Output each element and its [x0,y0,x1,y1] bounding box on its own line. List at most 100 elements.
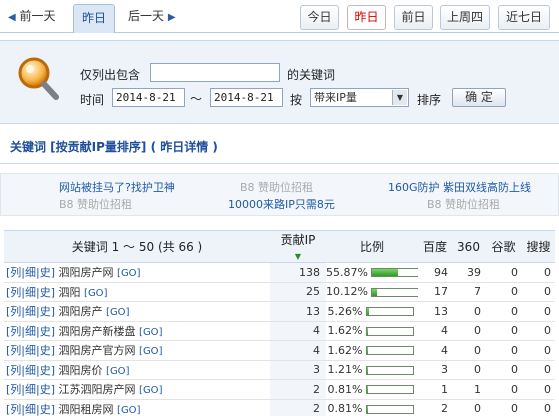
keyword-filter-input[interactable] [150,63,280,82]
go-label: GO [120,268,137,280]
keyword-text[interactable]: 泗阳 [59,286,81,299]
next-day-link[interactable]: 后一天 ▶ [128,6,176,28]
triangle-left-icon: ◀ [8,12,16,23]
detail-link[interactable]: 细 [25,286,36,299]
contrib-ip-cell: 25 [270,282,326,302]
detail-link[interactable]: 细 [25,344,36,357]
360-cell: 0 [452,340,485,361]
tab-today[interactable]: 今日 [300,5,339,30]
table-header-row: 关键词 1 ～ 50 (共 66 ) 贡献IP ▼ 比例 百度 360 谷歌 搜… [4,230,555,263]
chevron-down-icon[interactable]: ▼ [392,90,407,105]
go-link[interactable]: [GO] [106,366,129,377]
sogou-cell: 0 [522,379,555,400]
contrib-ip-cell: 4 [270,321,326,341]
ad-link[interactable]: 160G防护 紫田双线高防上线 [388,179,531,195]
list-link[interactable]: 列 [10,344,21,357]
360-cell: 1 [452,379,485,400]
360-cell: 0 [452,399,485,416]
ad-link[interactable]: 10000来路IP只需8元 [228,196,335,212]
keyword-text[interactable]: 泗阳房产官方网 [59,344,136,357]
history-link[interactable]: 史 [40,266,51,279]
360-cell: 0 [452,360,485,380]
list-link[interactable]: 列 [10,266,21,279]
column-header-contrib-ip[interactable]: 贡献IP ▼ [270,230,326,263]
go-link[interactable]: [GO] [139,346,162,357]
keyword-cell: [列|细|史] 泗阳房产新楼盘 [GO] [4,321,270,341]
keyword-cell: [列|细|史] 泗阳租房网 [GO] [4,399,270,416]
current-day-tab[interactable]: 昨日 [73,4,115,33]
baidu-cell: 2 [418,399,452,416]
detail-link[interactable]: 细 [25,383,36,396]
list-link[interactable]: 列 [10,383,21,396]
date-from-input[interactable]: 2014-8-21 [112,88,185,107]
keyword-text[interactable]: 江苏泗阳房产网 [59,383,136,396]
go-link[interactable]: [GO] [117,268,140,279]
detail-link[interactable]: 细 [25,364,36,377]
keyword-text[interactable]: 泗阳房价 [59,364,103,377]
sogou-cell: 0 [522,399,555,416]
baidu-cell: 94 [418,262,452,283]
ad-placeholder[interactable]: B8 赞助位招租 [427,196,500,212]
list-link[interactable]: 列 [10,364,21,377]
list-link[interactable]: 列 [10,403,21,416]
prev-day-link[interactable]: ◀ 前一天 [8,6,56,28]
sort-down-icon: ▼ [294,252,302,261]
history-link[interactable]: 史 [40,305,51,318]
sort-select[interactable]: 带来IP量 ▼ [310,88,409,107]
tab-day-before[interactable]: 前日 [394,5,433,30]
ad-link[interactable]: 网站被挂马了?找护卫神 [59,179,175,195]
history-link[interactable]: 史 [40,364,51,377]
baidu-cell: 3 [418,360,452,380]
detail-link[interactable]: 细 [25,305,36,318]
history-link[interactable]: 史 [40,286,51,299]
keyword-text[interactable]: 泗阳房产网 [59,266,114,279]
tab-last-seven-days[interactable]: 近七日 [498,5,550,30]
ad-placeholder[interactable]: B8 赞助位招租 [240,179,313,195]
ratio-text: 0.81% [327,402,363,416]
contrib-ip-cell: 3 [270,360,326,380]
sort-label: 排序 [417,93,442,107]
column-header-360[interactable]: 360 [452,230,485,263]
detail-link[interactable]: 细 [25,403,36,416]
column-header-ratio: 比例 [326,230,418,263]
history-link[interactable]: 史 [40,403,51,416]
history-link[interactable]: 史 [40,325,51,338]
keyword-cell: [列|细|史] 泗阳房产官方网 [GO] [4,340,270,361]
ratio-bar-fill [367,386,368,394]
column-header-google[interactable]: 谷歌 [485,230,522,263]
ratio-text: 1.21% [327,363,363,377]
detail-link[interactable]: 细 [25,325,36,338]
ad-placeholder[interactable]: B8 赞助位招租 [59,196,132,212]
history-link[interactable]: 史 [40,383,51,396]
detail-link[interactable]: 细 [25,266,36,279]
row-link-group: [列|细|史] [6,363,56,377]
go-link[interactable]: [GO] [117,405,140,416]
tab-last-thursday[interactable]: 上周四 [440,5,490,30]
column-header-keyword: 关键词 1 ～ 50 (共 66 ) [4,230,270,263]
go-link[interactable]: [GO] [106,307,129,318]
google-cell: 0 [485,379,522,400]
google-cell: 0 [485,360,522,380]
date-to-input[interactable]: 2014-8-21 [210,88,283,107]
page-title: 关键词 [按贡献IP量排序] ( 昨日详情 ) [10,140,218,154]
ratio-cell: 1.62% [326,340,418,361]
history-link[interactable]: 史 [40,344,51,357]
column-header-sogou[interactable]: 搜搜 [522,230,555,263]
go-link[interactable]: [GO] [139,385,162,396]
tab-yesterday[interactable]: 昨日 [347,5,386,30]
keyword-table: 关键词 1 ～ 50 (共 66 ) 贡献IP ▼ 比例 百度 360 谷歌 搜… [4,230,555,416]
keyword-cell: [列|细|史] 江苏泗阳房产网 [GO] [4,379,270,400]
contrib-ip-label: 贡献IP [280,233,316,247]
go-label: GO [142,385,159,397]
list-link[interactable]: 列 [10,305,21,318]
list-link[interactable]: 列 [10,286,21,299]
column-header-baidu[interactable]: 百度 [418,230,452,263]
go-link[interactable]: [GO] [139,327,162,338]
keyword-text[interactable]: 泗阳房产 [59,305,103,318]
list-link[interactable]: 列 [10,325,21,338]
go-link[interactable]: [GO] [84,288,107,299]
go-label: GO [142,346,159,358]
keyword-text[interactable]: 泗阳租房网 [59,403,114,416]
keyword-text[interactable]: 泗阳房产新楼盘 [59,325,136,338]
confirm-button[interactable]: 确 定 [452,88,506,107]
